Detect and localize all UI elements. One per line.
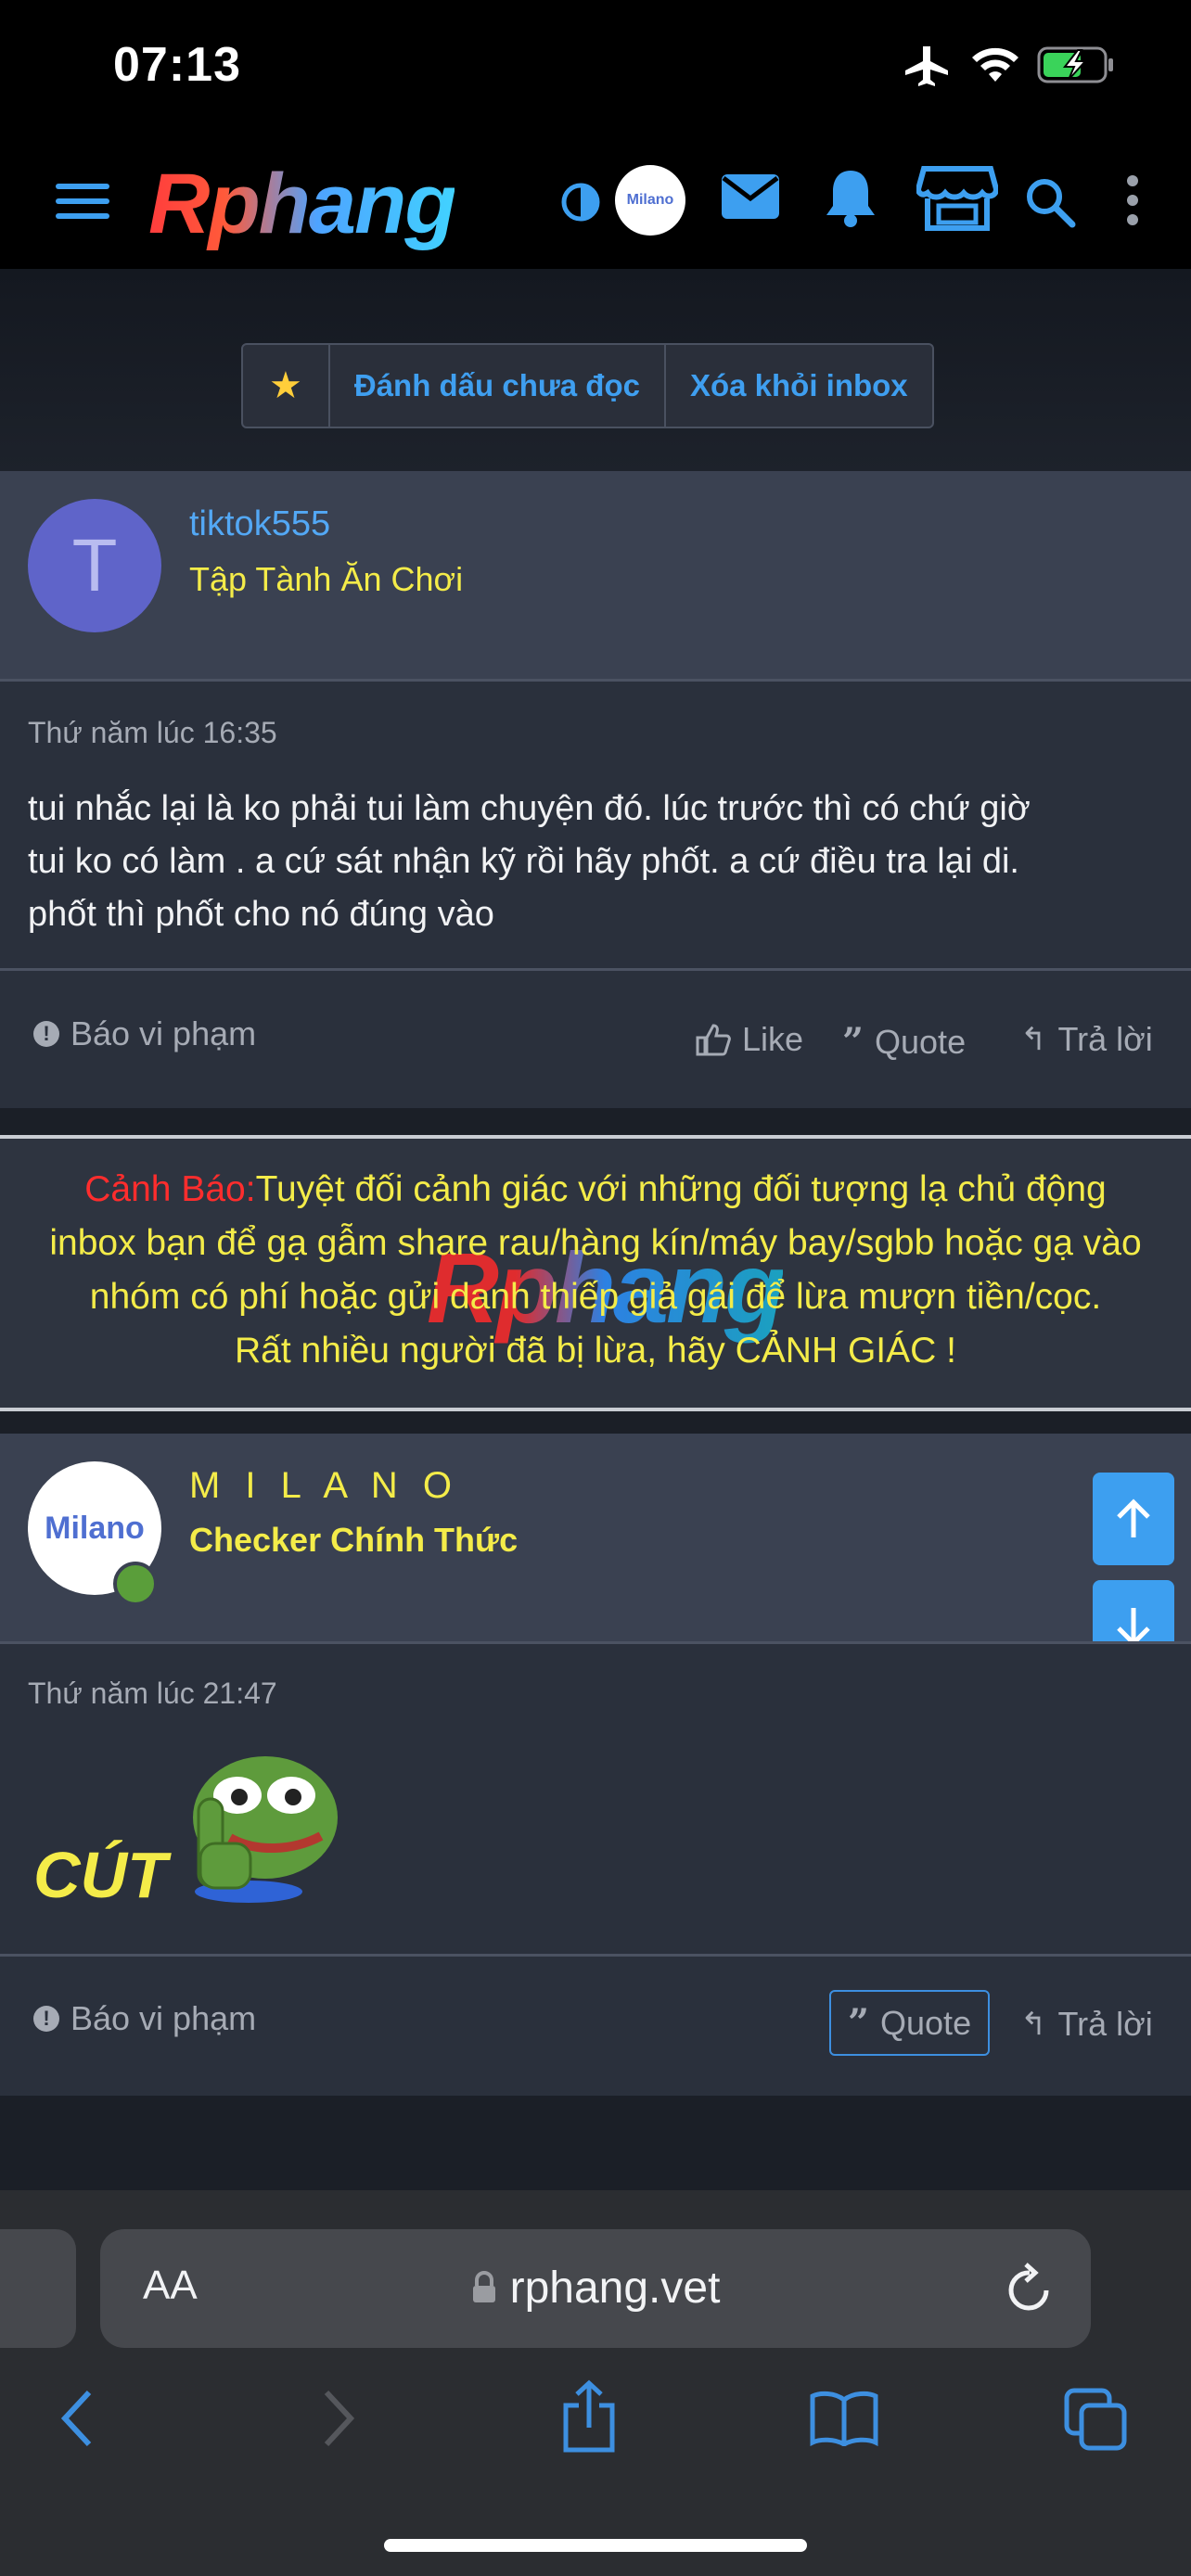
report-icon: ! bbox=[33, 1021, 59, 1047]
warning-label: Cảnh Báo: bbox=[84, 1169, 256, 1209]
quote-button[interactable]: ” Quote bbox=[842, 1020, 966, 1064]
store-icon[interactable] bbox=[916, 163, 998, 234]
star-icon: ★ bbox=[269, 365, 302, 406]
post-1-line: phốt thì phốt cho nó đúng vào bbox=[28, 895, 494, 934]
post-1-line: tui nhắc lại là ko phải tui làm chuyện đ… bbox=[28, 789, 1031, 828]
reload-icon[interactable] bbox=[1005, 2263, 1054, 2315]
theme-toggle-icon[interactable] bbox=[560, 182, 601, 223]
back-icon[interactable] bbox=[59, 2389, 93, 2448]
reply-icon: ↰ bbox=[1020, 1022, 1047, 1057]
notifications-bell-icon[interactable] bbox=[824, 167, 877, 228]
url-label: rphang.vet bbox=[509, 2264, 721, 2313]
warning-line: Tuyệt đối cảnh giác với những đối tượng … bbox=[255, 1169, 1107, 1209]
pepe-sticker-icon bbox=[193, 1756, 338, 1903]
warning-line: nhóm có phí hoặc gửi danh thiếp giả gái … bbox=[89, 1277, 1102, 1317]
user-avatar[interactable]: Milano bbox=[615, 165, 685, 236]
quote-icon: ” bbox=[842, 1020, 864, 1064]
arrow-up-icon bbox=[1117, 1498, 1150, 1537]
report-label: Báo vi phạm bbox=[70, 1999, 257, 2037]
star-button[interactable]: ★ bbox=[243, 345, 328, 427]
forward-icon[interactable] bbox=[323, 2389, 356, 2448]
avatar[interactable]: T bbox=[28, 499, 161, 632]
airplane-mode-icon bbox=[905, 46, 948, 86]
post-1-header bbox=[0, 471, 1191, 679]
post-2-header bbox=[0, 1434, 1191, 1641]
quote-label: Quote bbox=[880, 2003, 972, 2042]
post-2-date[interactable]: Thứ năm lúc 21:47 bbox=[28, 1677, 277, 1711]
warning-line: inbox bạn để gạ gẫm share rau/hàng kín/m… bbox=[49, 1223, 1142, 1263]
reply-icon: ↰ bbox=[1020, 2007, 1047, 2042]
report-icon: ! bbox=[33, 2006, 59, 2032]
bookmarks-icon[interactable] bbox=[809, 2391, 879, 2446]
remove-inbox-button[interactable]: Xóa khỏi inbox bbox=[663, 345, 932, 427]
reply-label: Trả lời bbox=[1057, 2005, 1153, 2043]
like-label: Like bbox=[742, 1020, 804, 1058]
tabs-icon[interactable] bbox=[1063, 2387, 1128, 2452]
share-icon[interactable] bbox=[560, 2379, 618, 2454]
report-label: Báo vi phạm bbox=[70, 1014, 257, 1052]
status-time: 07:13 bbox=[113, 38, 241, 92]
online-status-icon bbox=[113, 1562, 158, 1606]
quote-button[interactable]: ” Quote bbox=[829, 1990, 991, 2056]
post-1-date[interactable]: Thứ năm lúc 16:35 bbox=[28, 716, 277, 750]
warning-line: Rất nhiều người đã bị lừa, hãy CẢNH GIÁC… bbox=[235, 1331, 956, 1371]
quote-label: Quote bbox=[875, 1022, 967, 1061]
lock-icon bbox=[472, 2271, 495, 2302]
like-button[interactable]: Like bbox=[696, 1020, 803, 1059]
inbox-mail-icon[interactable] bbox=[720, 172, 781, 221]
report-button[interactable]: ! Báo vi phạm bbox=[33, 1999, 256, 2038]
warning-text: Cảnh Báo:Tuyệt đối cảnh giác với những đ… bbox=[0, 1163, 1191, 1378]
thumbs-up-icon bbox=[696, 1024, 731, 1056]
home-indicator[interactable] bbox=[384, 2539, 807, 2552]
scroll-top-button[interactable] bbox=[1093, 1473, 1174, 1565]
reply-button[interactable]: ↰ Trả lời bbox=[1020, 1020, 1153, 1059]
post-1-username[interactable]: tiktok555 bbox=[189, 504, 330, 544]
wifi-icon bbox=[972, 47, 1018, 82]
more-options-icon[interactable] bbox=[1124, 174, 1141, 226]
battery-charging-icon bbox=[1037, 46, 1113, 83]
reply-button[interactable]: ↰ Trả lời bbox=[1020, 2005, 1153, 2044]
report-button[interactable]: ! Báo vi phạm bbox=[33, 1014, 256, 1053]
search-icon[interactable] bbox=[1024, 176, 1076, 228]
post-2-username[interactable]: M I L A N O bbox=[189, 1465, 459, 1507]
sticker-text: CÚT bbox=[33, 1839, 167, 1911]
post-1-user-title: Tập Tành Ăn Chơi bbox=[189, 560, 464, 598]
reply-label: Trả lời bbox=[1057, 1020, 1153, 1058]
post-1-line: tui ko có làm . a cứ sát nhận kỹ rồi hãy… bbox=[28, 842, 1019, 881]
site-logo[interactable]: Rphang bbox=[148, 158, 456, 250]
post-1-text: tui nhắc lại là ko phải tui làm chuyện đ… bbox=[28, 783, 1031, 941]
mark-unread-button[interactable]: Đánh dấu chưa đọc bbox=[327, 345, 664, 427]
thread-action-group: ★ Đánh dấu chưa đọc Xóa khỏi inbox bbox=[241, 343, 934, 428]
page-bottom-spacer bbox=[0, 2096, 1191, 2190]
quote-icon: ” bbox=[848, 2001, 870, 2045]
menu-icon[interactable] bbox=[56, 180, 109, 223]
post-2-user-title: Checker Chính Thức bbox=[189, 1521, 519, 1559]
